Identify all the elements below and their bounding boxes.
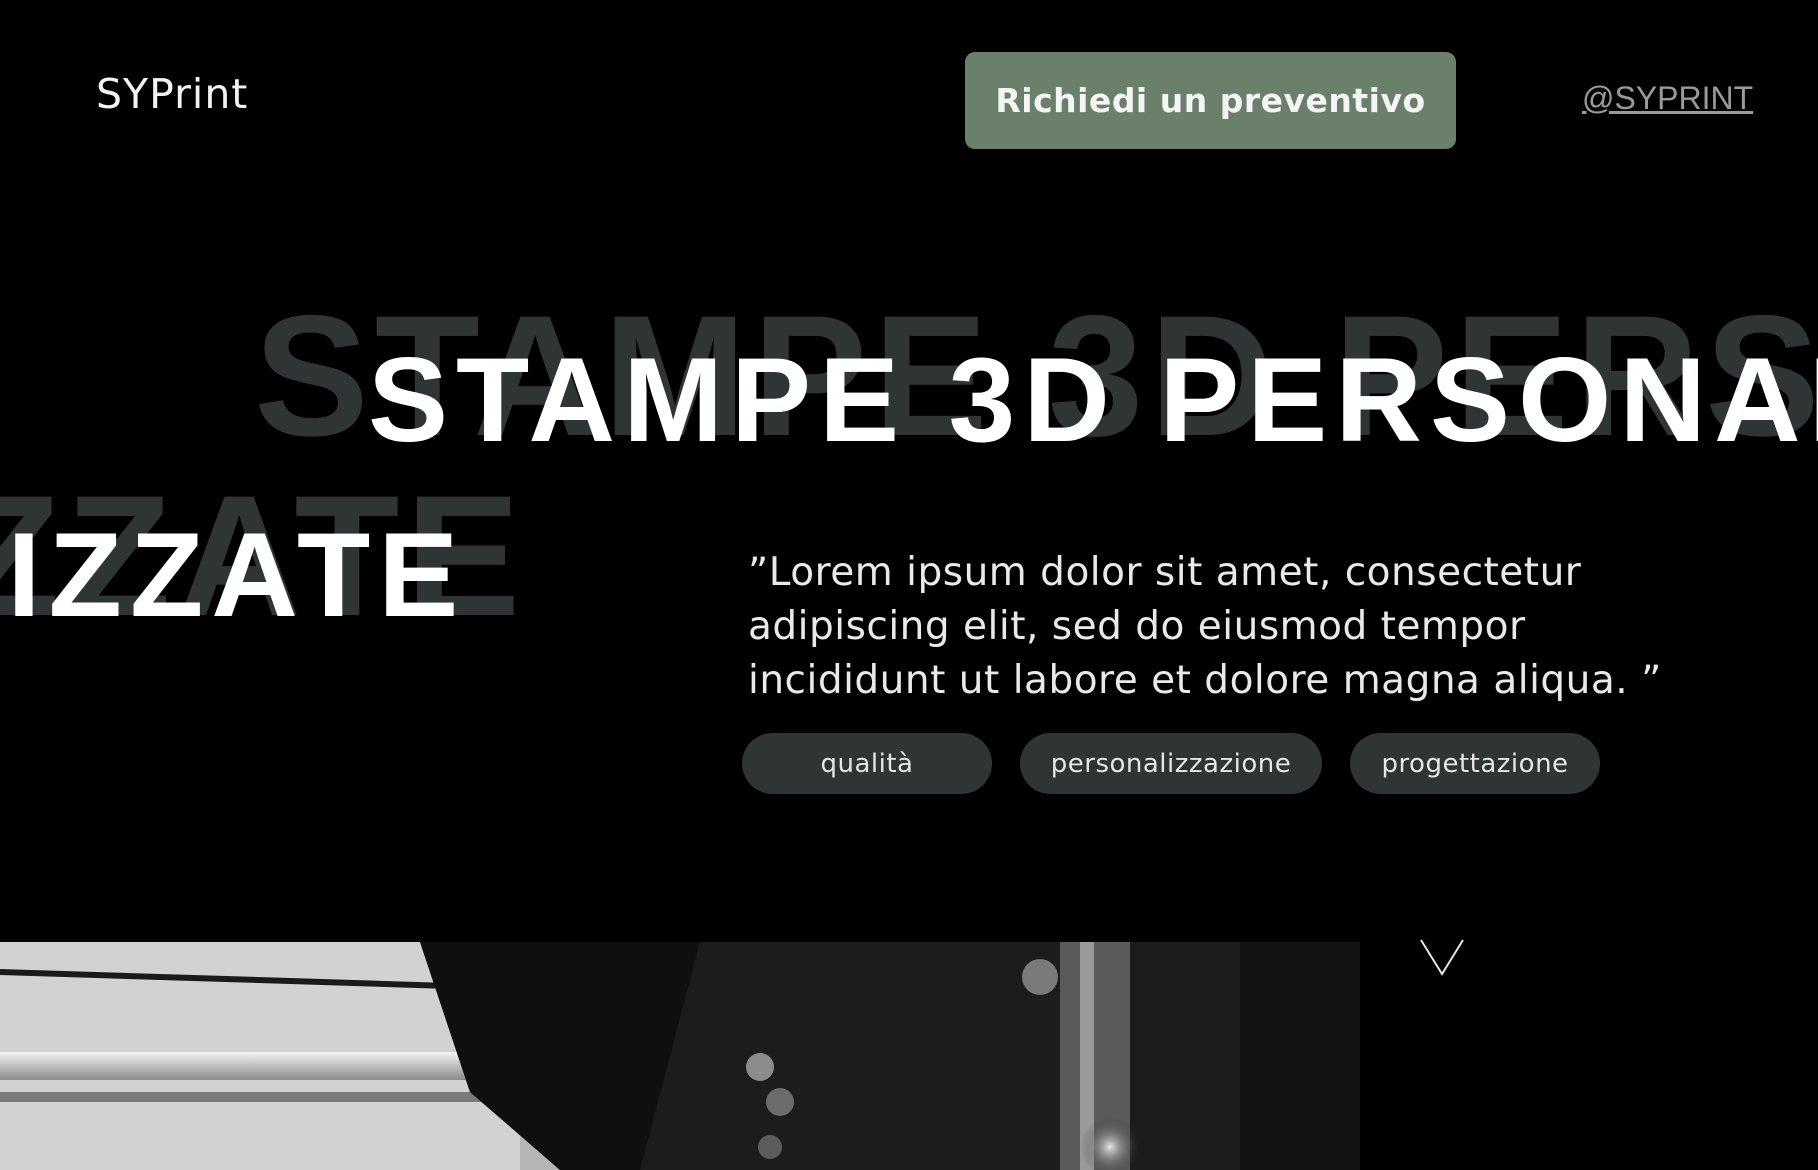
site-logo[interactable]: SYPrint [96, 70, 248, 118]
printer-photo-graphic [0, 942, 1360, 1170]
request-quote-button[interactable]: Richiedi un preventivo [965, 52, 1456, 149]
landing-page: SYPrint Richiedi un preventivo @SYPRINT … [0, 0, 1818, 1170]
hero-quote: ”Lorem ipsum dolor sit amet, consectetur… [748, 550, 1662, 703]
tag-list: qualità personalizzazione progettazione [742, 733, 1600, 794]
hero-title-line-1: STAMPE 3D PERSONAL [368, 333, 1818, 467]
tag-quality[interactable]: qualità [742, 733, 992, 794]
printer-photo [0, 942, 1360, 1170]
hero-title-line-2: LIZZATE [0, 508, 467, 642]
chevron-down-icon[interactable] [1419, 938, 1465, 978]
tag-personalization[interactable]: personalizzazione [1020, 733, 1322, 794]
tag-design[interactable]: progettazione [1350, 733, 1600, 794]
social-handle-link[interactable]: @SYPRINT [1582, 80, 1753, 117]
